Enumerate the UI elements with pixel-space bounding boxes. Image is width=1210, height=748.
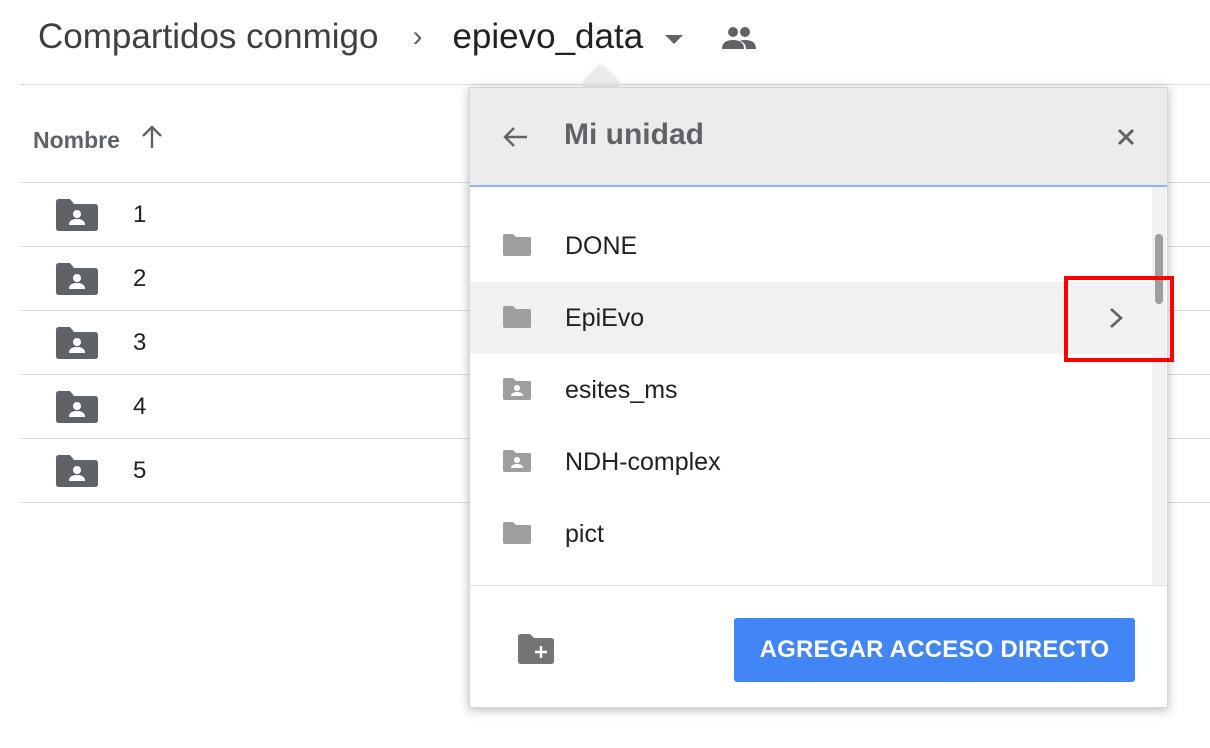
list-item-name: 2 (133, 264, 147, 292)
folder-list: DONE EpiEvo esites_ms NDH-complex pict (470, 187, 1167, 585)
folder-icon (503, 306, 531, 333)
shared-folder-icon (56, 263, 98, 300)
breadcrumb-root[interactable]: Compartidos conmigo (38, 17, 378, 57)
breadcrumb-current-folder[interactable]: epievo_data (452, 17, 643, 57)
folder-item-esites-ms[interactable]: esites_ms (470, 354, 1152, 426)
dropdown-arrow-icon[interactable] (665, 34, 684, 44)
list-item-name: 4 (133, 392, 147, 420)
folder-item-ndh-complex[interactable]: NDH-complex (470, 426, 1152, 498)
dialog-header: Mi unidad (470, 88, 1167, 187)
page: Compartidos conmigo › epievo_data Nombre (0, 0, 1210, 748)
folder-icon (503, 234, 531, 261)
shared-folder-icon (56, 391, 98, 428)
new-folder-icon[interactable] (518, 634, 554, 669)
folder-item-name: NDH-complex (565, 448, 721, 476)
column-header-name[interactable]: Nombre (33, 120, 164, 160)
folder-icon (503, 522, 531, 549)
shared-folder-icon (56, 455, 98, 492)
shared-folder-icon (503, 450, 531, 477)
shared-folder-icon (56, 327, 98, 364)
arrow-back-icon[interactable] (500, 121, 532, 153)
shared-folder-icon (503, 378, 531, 405)
folder-item-name: EpiEvo (565, 304, 645, 332)
add-shortcut-dialog: Mi unidad DONE EpiEvo esites_ms NDH-comp… (469, 87, 1168, 708)
folder-item-name: esites_ms (565, 376, 678, 404)
dialog-footer: AGREGAR ACCESO DIRECTO (470, 585, 1167, 708)
folder-item-name: pict (565, 520, 604, 548)
add-shortcut-button[interactable]: AGREGAR ACCESO DIRECTO (734, 618, 1135, 682)
folder-item-name: DONE (565, 232, 638, 260)
breadcrumb-separator-icon: › (412, 20, 423, 53)
list-item-name: 1 (133, 200, 147, 228)
folder-item-epievo[interactable]: EpiEvo (470, 282, 1152, 354)
folder-item-done[interactable]: DONE (470, 210, 1152, 282)
scrollbar-thumb[interactable] (1155, 234, 1163, 304)
list-item-name: 5 (133, 456, 147, 484)
column-header-label: Nombre (33, 126, 120, 153)
people-icon (721, 25, 757, 56)
shared-folder-icon (56, 199, 98, 236)
dialog-title: Mi unidad (564, 118, 704, 151)
scrollbar[interactable] (1152, 187, 1166, 585)
arrow-up-icon[interactable] (140, 124, 164, 156)
chevron-right-icon[interactable] (1100, 302, 1132, 334)
folder-item-pict[interactable]: pict (470, 498, 1152, 570)
close-icon[interactable] (1111, 122, 1141, 152)
list-item-name: 3 (133, 328, 147, 356)
breadcrumb: Compartidos conmigo › epievo_data (38, 12, 757, 62)
